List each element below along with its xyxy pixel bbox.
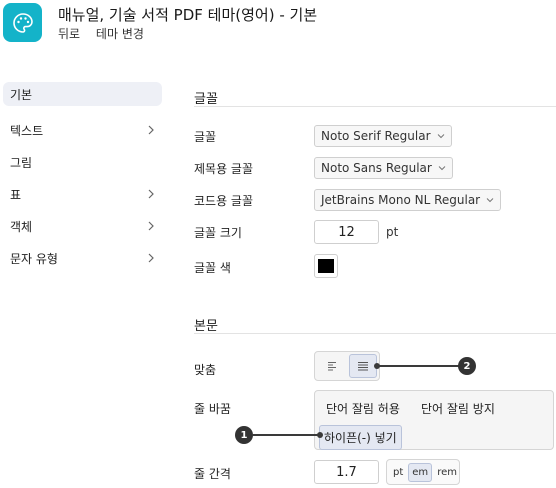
sidebar-item-text[interactable]: 텍스트 [0, 114, 164, 146]
unit-em-button[interactable]: em [408, 462, 433, 482]
font-select-value: Noto Serif Regular [321, 129, 431, 143]
font-size-input[interactable]: 12 [314, 220, 379, 244]
font-size-label: 글꼴 크기 [194, 226, 242, 240]
section-divider [194, 106, 556, 107]
chevron-right-icon [148, 125, 154, 135]
sidebar-item-label: 문자 유형 [10, 251, 58, 266]
font-section-title: 글꼴 [194, 92, 218, 107]
callout-line [252, 434, 320, 436]
code-font-select-value: JetBrains Mono NL Regular [321, 193, 481, 207]
sidebar-item-label: 그림 [10, 155, 33, 170]
chevron-down-icon [437, 134, 444, 139]
body-section-title: 본문 [194, 319, 218, 334]
callout-line [377, 365, 459, 367]
wrap-prevent-option[interactable]: 단어 잘림 방지 [421, 400, 495, 417]
wrap-options-group: 단어 잘림 허용 단어 잘림 방지 하이픈(-) 넣기 [314, 390, 554, 450]
change-theme-link[interactable]: 테마 변경 [96, 27, 144, 41]
back-link[interactable]: 뒤로 [58, 27, 80, 41]
app-icon [3, 3, 42, 42]
align-justify-button[interactable] [349, 354, 377, 378]
font-label: 글꼴 [194, 130, 217, 144]
wrap-hyphen-option[interactable]: 하이픈(-) 넣기 [319, 425, 402, 450]
chevron-right-icon [148, 253, 154, 263]
wrap-label: 줄 바꿈 [194, 402, 231, 416]
chevron-down-icon [486, 198, 494, 203]
heading-font-select-value: Noto Sans Regular [321, 161, 432, 175]
heading-font-label: 제목용 글꼴 [194, 162, 254, 176]
sidebar-item-image[interactable]: 그림 [0, 146, 164, 178]
align-justify-icon [358, 362, 368, 371]
sidebar-item-label: 객체 [10, 219, 33, 234]
chevron-right-icon [148, 189, 154, 199]
font-size-unit: pt [386, 225, 399, 239]
page-title: 매뉴얼, 기술 서적 PDF 테마(영어) - 기본 [58, 6, 318, 24]
font-color-swatch [318, 259, 334, 273]
align-button-group [314, 351, 380, 381]
sidebar-item-label: 기본 [10, 87, 33, 102]
heading-font-select[interactable]: Noto Sans Regular [314, 157, 453, 179]
unit-pt-button[interactable]: pt [390, 464, 406, 481]
sidebar-item-basic[interactable]: 기본 [3, 82, 162, 106]
font-select[interactable]: Noto Serif Regular [314, 125, 452, 147]
font-color-picker[interactable] [314, 254, 338, 278]
chevron-right-icon [148, 221, 154, 231]
sidebar-item-label: 표 [10, 187, 22, 202]
sidebar-item-object[interactable]: 객체 [0, 210, 164, 242]
sidebar-item-label: 텍스트 [10, 123, 44, 138]
wrap-allow-option[interactable]: 단어 잘림 허용 [326, 400, 400, 417]
callout-dot [317, 432, 323, 438]
sidebar-item-table[interactable]: 표 [0, 178, 164, 210]
callout-badge-2: 2 [458, 357, 476, 375]
line-spacing-unit-group: pt em rem [386, 459, 460, 485]
line-spacing-label: 줄 간격 [194, 467, 231, 481]
unit-rem-button[interactable]: rem [434, 464, 460, 481]
palette-icon [12, 12, 33, 33]
font-color-label: 글꼴 색 [194, 261, 231, 275]
align-left-icon [328, 362, 336, 371]
code-font-label: 코드용 글꼴 [194, 194, 254, 208]
align-left-button[interactable] [319, 354, 347, 378]
sidebar: 기본 텍스트 그림 표 객체 문자 유형 [0, 82, 164, 274]
header-links: 뒤로 테마 변경 [58, 25, 156, 42]
line-spacing-input[interactable]: 1.7 [314, 460, 379, 484]
callout-badge-1: 1 [235, 426, 253, 444]
code-font-select[interactable]: JetBrains Mono NL Regular [314, 189, 502, 211]
section-divider [194, 333, 556, 334]
chevron-down-icon [438, 166, 446, 171]
sidebar-item-character-type[interactable]: 문자 유형 [0, 242, 164, 274]
align-label: 맞춤 [194, 363, 217, 377]
